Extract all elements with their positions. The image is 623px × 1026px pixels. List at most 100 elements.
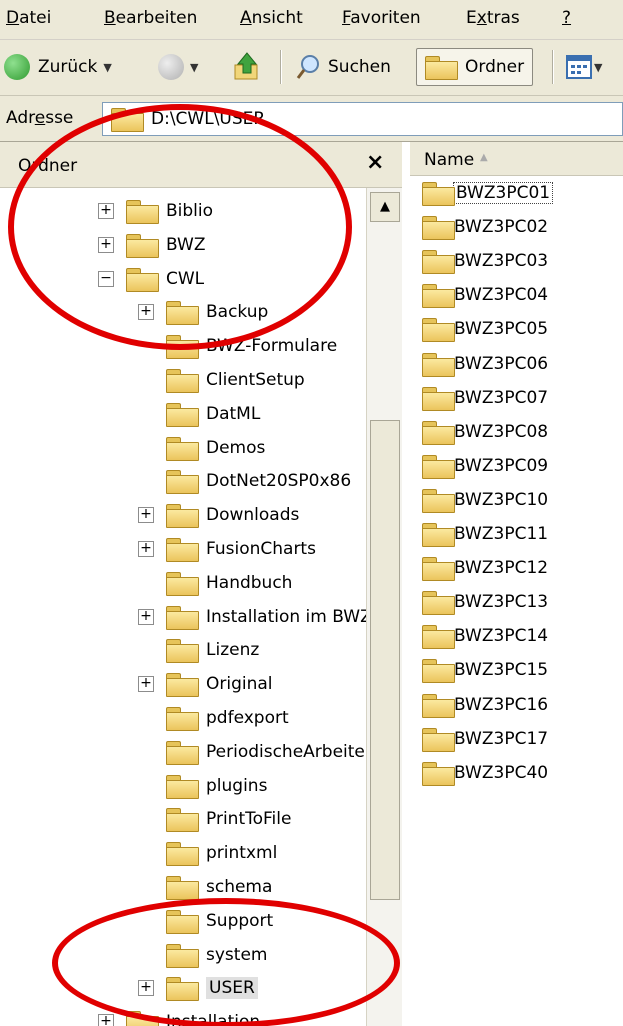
tree-item[interactable]: Support — [166, 906, 273, 936]
file-list-item[interactable]: BWZ3PC07 — [422, 383, 548, 413]
scroll-up-icon[interactable]: ▲ — [370, 192, 400, 222]
search-button[interactable]: Suchen — [296, 48, 391, 86]
tree-item[interactable]: + BWZ — [98, 230, 206, 260]
file-list-item[interactable]: BWZ3PC08 — [422, 417, 548, 447]
forward-button[interactable]: ▼ — [158, 48, 198, 86]
folder-icon — [422, 250, 455, 275]
folder-icon — [422, 727, 455, 752]
tree-item[interactable]: PeriodischeArbeiten — [166, 737, 366, 767]
close-icon[interactable]: × — [366, 150, 384, 175]
file-list-item-label: BWZ3PC05 — [454, 319, 549, 340]
menu-extras[interactable]: Extras — [466, 8, 520, 28]
menu-help[interactable]: ? — [562, 8, 571, 28]
tree-item[interactable]: system — [166, 940, 267, 970]
file-list-item-label: BWZ3PC01 — [452, 182, 554, 204]
file-list-item[interactable]: BWZ3PC17 — [422, 724, 548, 754]
tree-item[interactable]: + FusionCharts — [138, 534, 316, 564]
tree-item[interactable]: + USER — [138, 973, 258, 1003]
tree-item[interactable]: Demos — [166, 433, 265, 463]
back-button[interactable]: Zurück ▼ — [4, 48, 112, 86]
menu-bearbeiten[interactable]: Bearbeiten — [104, 8, 197, 28]
tree-item-label: system — [206, 944, 268, 965]
expand-icon[interactable]: + — [138, 304, 154, 321]
tree-item-label: Handbuch — [206, 572, 293, 593]
tree-item[interactable]: printxml — [166, 838, 277, 868]
tree-item[interactable]: Lizenz — [166, 635, 259, 665]
forward-dropdown-icon[interactable]: ▼ — [190, 61, 198, 74]
file-list-item-label: BWZ3PC17 — [454, 728, 549, 749]
file-list-item[interactable]: BWZ3PC01 — [422, 178, 554, 208]
views-dropdown-icon[interactable]: ▼ — [594, 61, 602, 74]
expand-icon[interactable]: + — [138, 541, 154, 557]
file-list-item-label: BWZ3PC10 — [454, 489, 549, 510]
back-dropdown-icon[interactable]: ▼ — [103, 61, 111, 74]
folders-button[interactable]: Ordner — [416, 48, 534, 86]
tree-item-label: Biblio — [166, 201, 214, 221]
tree-scrollbar[interactable]: ▲ — [366, 188, 402, 1026]
menu-favoriten[interactable]: Favoriten — [342, 8, 421, 28]
folder-icon — [166, 369, 199, 393]
expand-icon[interactable]: + — [138, 980, 154, 997]
file-list-item[interactable]: BWZ3PC15 — [422, 655, 548, 685]
file-list-item-label: BWZ3PC14 — [454, 626, 549, 647]
tree-item[interactable]: Handbuch — [166, 568, 292, 598]
file-list-item[interactable]: BWZ3PC12 — [422, 553, 548, 583]
file-list-item-label: BWZ3PC12 — [454, 558, 549, 579]
tree-item[interactable]: DatML — [166, 399, 260, 429]
expand-icon[interactable]: + — [138, 608, 154, 625]
column-header-name[interactable]: Name ▲ — [410, 142, 623, 176]
folder-icon — [166, 470, 199, 495]
tree-item[interactable]: − CWL — [98, 264, 204, 294]
menu-datei-label: atei — [19, 8, 52, 28]
expand-icon[interactable]: + — [98, 236, 114, 253]
toolbar-separator — [552, 50, 554, 84]
views-grid-icon — [566, 55, 592, 79]
tree-item[interactable]: + Downloads — [138, 500, 299, 530]
address-input[interactable]: D:\CWL\USER — [102, 102, 623, 136]
file-list-item[interactable]: BWZ3PC06 — [422, 349, 548, 379]
file-list-item[interactable]: BWZ3PC04 — [422, 280, 548, 310]
up-button[interactable] — [232, 48, 262, 86]
file-list-item[interactable]: BWZ3PC14 — [422, 621, 548, 651]
address-bar: Adresse D:\CWL\USER — [0, 96, 623, 142]
tree-item[interactable]: plugins — [166, 771, 267, 801]
tree-item[interactable]: ClientSetup — [166, 365, 305, 395]
expand-icon[interactable]: + — [138, 676, 154, 693]
folder-icon — [422, 761, 455, 786]
file-list-item[interactable]: BWZ3PC05 — [422, 314, 548, 344]
expand-icon[interactable]: + — [138, 507, 154, 524]
file-list-item-label: BWZ3PC16 — [454, 694, 549, 715]
menu-datei[interactable]: Datei — [6, 8, 51, 28]
address-folder-icon — [111, 108, 144, 132]
scroll-thumb[interactable] — [370, 420, 400, 900]
tree-item[interactable]: + Installation im BWZ — [138, 602, 366, 632]
tree-item[interactable]: + Biblio — [98, 196, 214, 226]
address-path: D:\CWL\USER — [151, 109, 266, 129]
tree-item[interactable]: BWZ-Formulare — [166, 331, 337, 361]
tree-item[interactable]: + Original — [138, 669, 273, 699]
file-list-item[interactable]: BWZ3PC02 — [422, 212, 548, 242]
file-list-item[interactable]: BWZ3PC03 — [422, 246, 548, 276]
tree-item[interactable]: + Backup — [138, 297, 268, 327]
file-list-item-label: BWZ3PC07 — [454, 387, 549, 408]
tree-item[interactable]: + Installation — [98, 1007, 260, 1026]
sort-ascending-icon: ▲ — [480, 152, 488, 163]
file-list-item[interactable]: BWZ3PC10 — [422, 485, 548, 515]
search-button-label: Suchen — [328, 57, 391, 77]
folder-icon — [126, 267, 159, 292]
file-list-item[interactable]: BWZ3PC11 — [422, 519, 548, 549]
expand-icon[interactable]: + — [98, 203, 114, 219]
tree-item[interactable]: DotNet20SP0x86 — [166, 466, 351, 496]
collapse-icon[interactable]: − — [98, 270, 114, 287]
file-list-item[interactable]: BWZ3PC16 — [422, 690, 548, 720]
menu-ansicht[interactable]: Ansicht — [240, 8, 303, 28]
tree-item[interactable]: PrintToFile — [166, 804, 291, 834]
menu-ansicht-label: nsicht — [251, 8, 303, 28]
file-list-item[interactable]: BWZ3PC09 — [422, 451, 548, 481]
tree-item[interactable]: schema — [166, 872, 272, 902]
views-button[interactable]: ▼ — [566, 48, 602, 86]
file-list-item[interactable]: BWZ3PC40 — [422, 758, 548, 788]
file-list-item[interactable]: BWZ3PC13 — [422, 587, 548, 617]
tree-item[interactable]: pdfexport — [166, 703, 289, 733]
expand-icon[interactable]: + — [98, 1014, 114, 1026]
